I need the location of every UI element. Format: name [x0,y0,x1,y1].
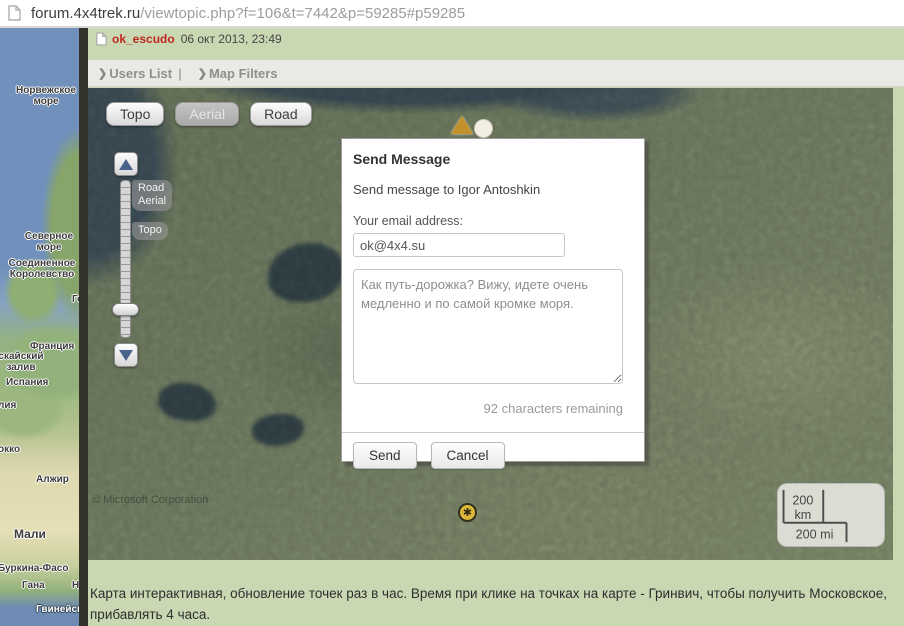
minimap-label: Буркина-Фасо [0,563,68,574]
map-lake [268,243,344,302]
minimap-label: Гана [22,580,45,591]
minimap-label: скайский залив [0,351,48,373]
map-lake [158,383,216,421]
users-list-label: Users List [109,66,172,81]
page-icon [8,5,21,21]
zoom-level-flyout-road-aerial[interactable]: Road Aerial [132,180,172,211]
zoom-in-button[interactable] [114,152,138,176]
url-text[interactable]: forum.4x4trek.ru/viewtopic.php?f=106&t=7… [31,5,465,22]
triangle-up-icon [119,159,133,170]
post-icon [96,32,107,46]
minimap-label: Норвежское море [12,85,79,107]
post-author-link[interactable]: ok_escudo [112,32,175,46]
minimap-label: окко [0,444,20,455]
triangle-down-icon [119,350,133,361]
scale-km-value: 200 [792,493,813,507]
zoom-level-flyout-topo[interactable]: Topo [132,222,168,240]
toolbar-separator: | [178,66,182,81]
zoom-out-button[interactable] [114,343,138,367]
dialog-title: Send Message [353,151,633,167]
map-filters-label: Map Filters [209,66,278,81]
map-copyright: © Microsoft Corporation [92,494,208,506]
post-date: 06 окт 2013, 23:49 [181,32,282,46]
minimap-label: Гвинейски [36,604,79,615]
chevron-right-icon: ❯ [198,67,207,80]
dialog-subtitle: Send message to Igor Antoshkin [353,182,633,197]
map-marker-triangle-icon[interactable] [451,116,473,134]
map-scale-indicator: 200 km 200 mi [777,483,885,547]
chevron-right-icon: ❯ [98,67,107,80]
dialog-buttons: Send Cancel [353,442,633,469]
scale-mi-label: 200 mi [796,527,834,541]
aerial-button[interactable]: Aerial [175,102,239,126]
minimap-label: Мали [14,529,46,540]
page: Норвежское море Северное море Соединенно… [0,28,904,626]
map-type-switcher: Topo Aerial Road [106,102,312,126]
forum-content: ok_escudo 06 окт 2013, 23:49 ❯ Users Lis… [88,28,904,626]
browser-address-bar[interactable]: forum.4x4trek.ru/viewtopic.php?f=106&t=7… [0,0,904,28]
scale-km-unit: km [795,508,812,522]
users-list-link[interactable]: ❯ Users List [88,66,172,81]
map-marker-star-icon[interactable]: ✱ [458,503,477,522]
send-message-dialog: Send Message Send message to Igor Antosh… [341,138,645,462]
minimap-label: Северное море [20,231,78,253]
content-left-border [79,28,88,626]
send-button[interactable]: Send [353,442,417,469]
minimap-label: Ни [72,580,79,591]
road-button[interactable]: Road [250,102,311,126]
minimap-label: Алжир [36,474,69,485]
email-field[interactable] [353,233,565,257]
cancel-button[interactable]: Cancel [431,442,505,469]
map-filters-link[interactable]: ❯ Map Filters [188,66,278,81]
minimap-label: лия [0,400,16,411]
map-lake [252,414,304,446]
map-toolbar: ❯ Users List | ❯ Map Filters [88,60,904,87]
zoom-slider-thumb[interactable] [112,303,139,316]
url-path: /viewtopic.php?f=106&t=7442&p=59285#p592… [140,5,465,22]
topo-button[interactable]: Topo [106,102,164,126]
minimap-label: Ге [72,294,79,305]
map-marker-circle-icon[interactable] [474,119,493,138]
dialog-divider [342,432,644,433]
minimap-label: Испания [6,377,48,388]
background-roadmap[interactable]: Норвежское море Северное море Соединенно… [0,28,79,626]
email-label: Your email address: [353,214,633,228]
minimap-label: Соединенное Королевство [0,258,79,280]
url-domain: forum.4x4trek.ru [31,5,140,22]
characters-remaining: 92 characters remaining [353,401,623,416]
map-description-text: Карта интерактивная, обновление точек ра… [90,583,890,625]
message-textarea[interactable]: Как путь-дорожка? Вижу, идете очень медл… [353,269,623,384]
post-header: ok_escudo 06 окт 2013, 23:49 [96,32,282,46]
